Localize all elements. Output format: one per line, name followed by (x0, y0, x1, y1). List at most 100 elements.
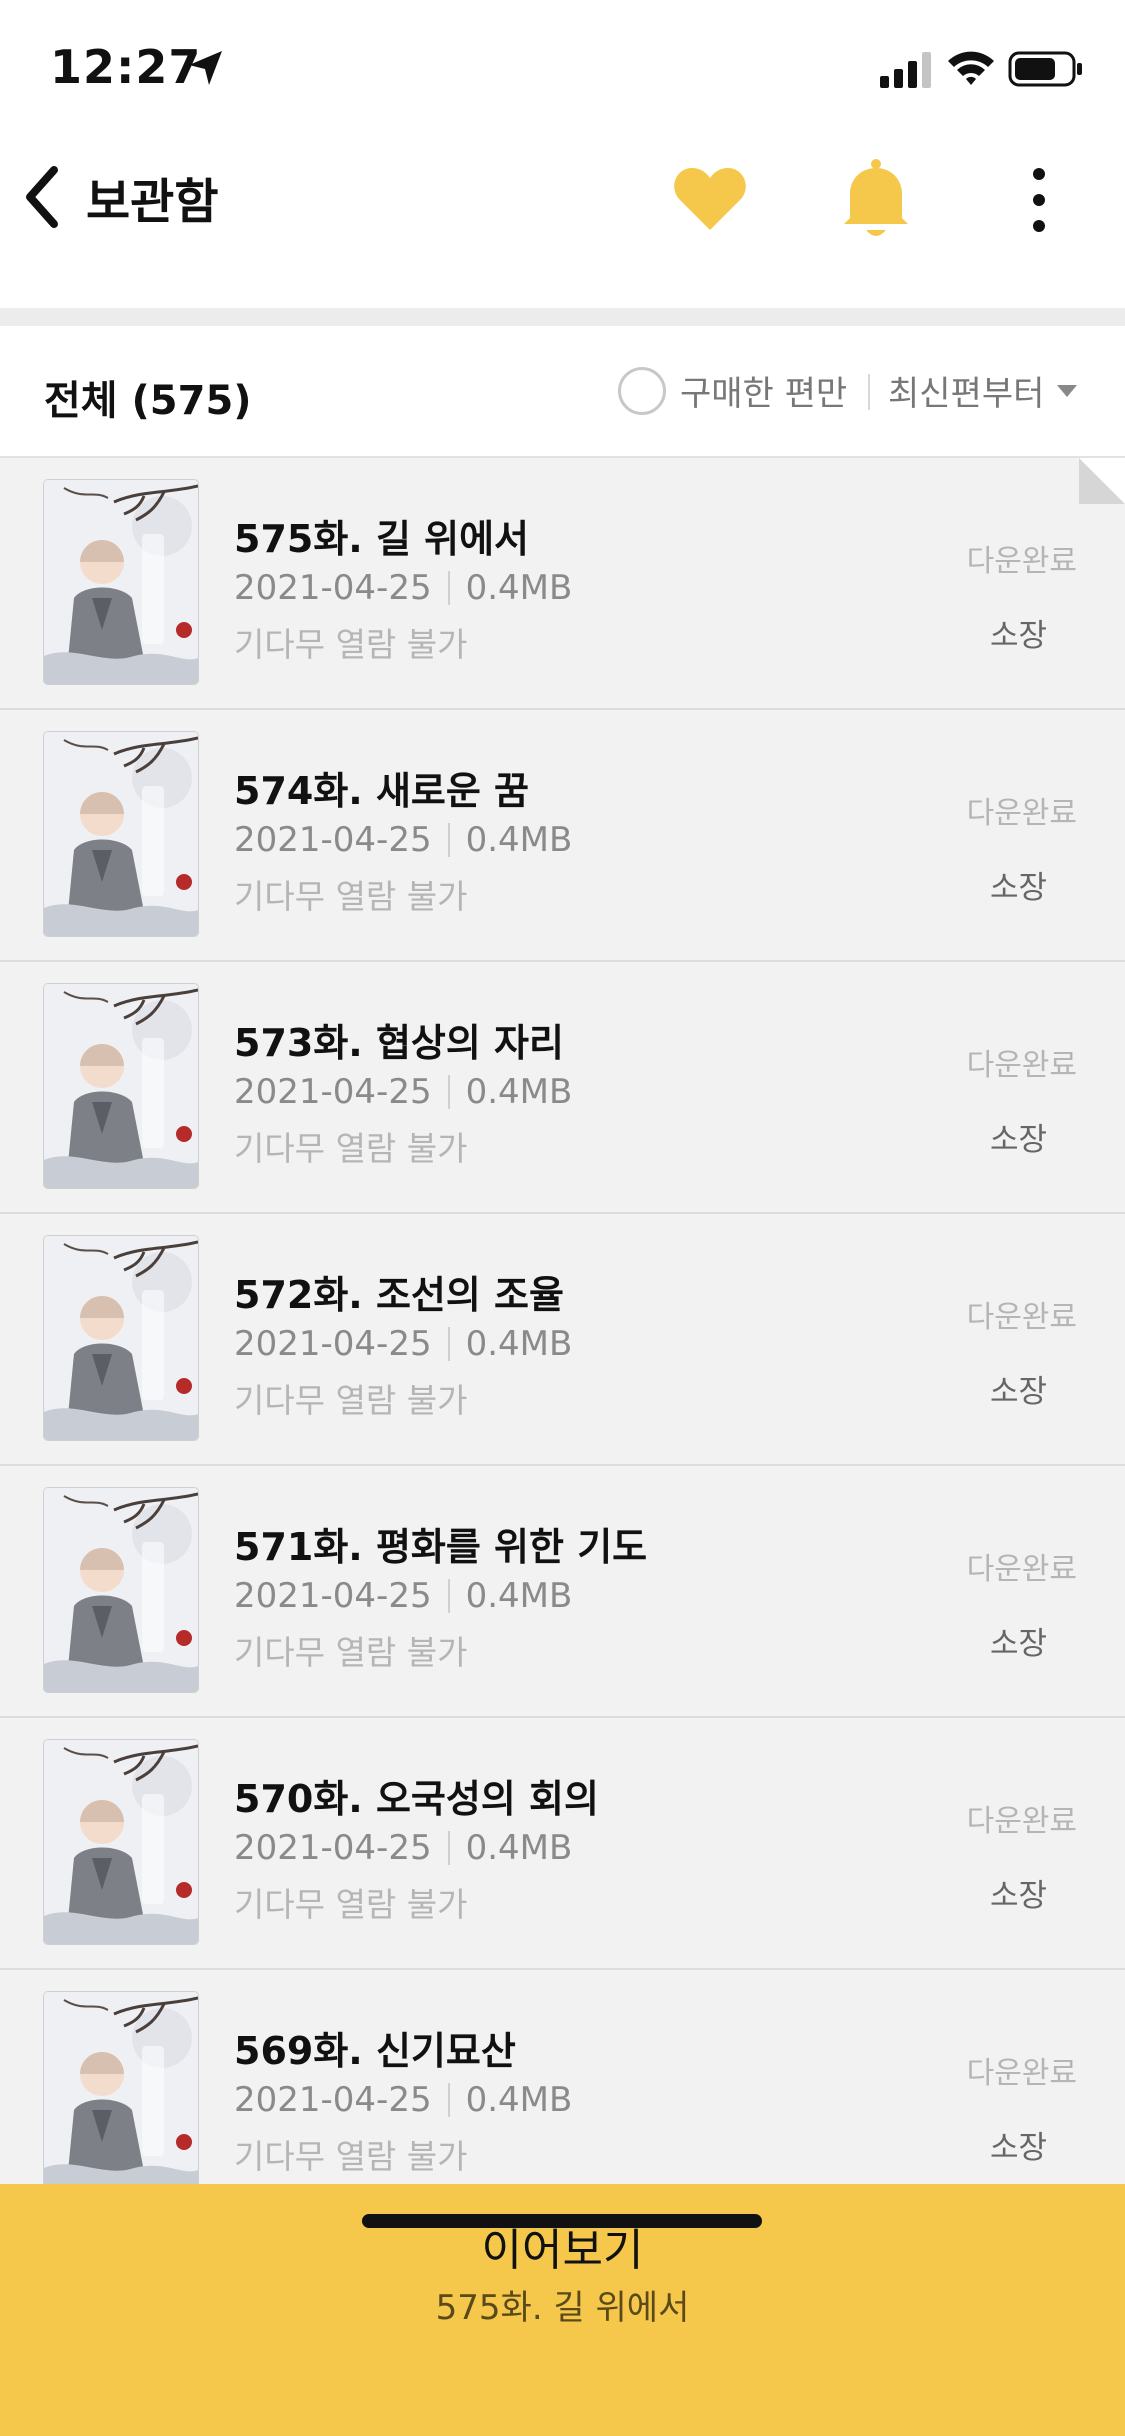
download-status: 다운완료 (966, 2056, 1077, 2091)
episode-date: 2021-04-25 (234, 820, 432, 860)
corner-fold (1079, 458, 1125, 504)
bell-icon[interactable] (836, 156, 916, 242)
download-status: 다운완료 (966, 796, 1077, 831)
wifi-icon (948, 51, 994, 85)
episode-row[interactable]: 570화. 오국성의 회의 2021-04-25 0.4MB 기다무 열람 불가… (0, 1718, 1125, 1970)
meta-divider (447, 571, 450, 605)
episode-size: 0.4MB (465, 2080, 573, 2120)
meta-divider (447, 1831, 450, 1865)
episode-title: 569화. 신기묘산 (234, 2029, 516, 2073)
more-options-button[interactable] (1016, 162, 1062, 238)
more-dot (1033, 168, 1045, 180)
location-arrow-icon (189, 51, 222, 85)
episode-row[interactable]: 569화. 신기묘산 2021-04-25 0.4MB 기다무 열람 불가 다운… (0, 1970, 1125, 2184)
sort-dropdown[interactable]: 최신편부터 (888, 366, 1078, 415)
episode-title: 571화. 평화를 위한 기도 (234, 1525, 648, 1569)
episode-size: 0.4MB (465, 1576, 573, 1616)
episode-size: 0.4MB (465, 1324, 573, 1364)
radio-circle-icon (618, 366, 666, 415)
more-dot (1033, 220, 1045, 232)
divider (868, 374, 870, 410)
episode-date: 2021-04-25 (234, 1576, 432, 1616)
episode-thumbnail (44, 1488, 198, 1692)
episode-note: 기다무 열람 불가 (234, 1381, 468, 1420)
episode-meta: 2021-04-25 0.4MB (234, 1072, 572, 1112)
more-dot (1033, 194, 1045, 206)
episode-meta: 2021-04-25 0.4MB (234, 2080, 572, 2120)
download-status: 다운완료 (966, 1804, 1077, 1839)
download-status: 다운완료 (966, 1552, 1077, 1587)
app-header: 보관함 (0, 132, 1125, 262)
episode-thumbnail (44, 1236, 198, 1440)
signal-icon (880, 52, 931, 88)
episode-date: 2021-04-25 (234, 1324, 432, 1364)
ownership-status: 소장 (989, 870, 1047, 906)
episode-thumbnail (44, 480, 198, 684)
meta-divider (447, 1327, 450, 1361)
episode-note: 기다무 열람 불가 (234, 877, 468, 916)
purchased-only-toggle[interactable]: 구매한 편만 (618, 366, 847, 415)
download-status: 다운완료 (966, 1300, 1077, 1335)
page-title: 보관함 (86, 174, 219, 230)
episode-row[interactable]: 575화. 길 위에서 2021-04-25 0.4MB 기다무 열람 불가 다… (0, 458, 1125, 710)
download-status: 다운완료 (966, 544, 1077, 579)
episode-size: 0.4MB (465, 1828, 573, 1868)
caret-down-icon (1057, 384, 1078, 397)
episode-size: 0.4MB (465, 568, 573, 608)
filter-bar: 전체 (575) 구매한 편만 최신편부터 (0, 326, 1125, 458)
episode-meta: 2021-04-25 0.4MB (234, 1324, 572, 1364)
sort-label: 최신편부터 (888, 374, 1045, 414)
status-time: 12:27 (50, 40, 202, 94)
episode-thumbnail (44, 1992, 198, 2184)
episode-date: 2021-04-25 (234, 2080, 432, 2120)
episode-thumbnail (44, 984, 198, 1188)
ownership-status: 소장 (989, 1122, 1047, 1158)
section-divider (0, 308, 1125, 326)
episode-row[interactable]: 573화. 협상의 자리 2021-04-25 0.4MB 기다무 열람 불가 … (0, 962, 1125, 1214)
episode-note: 기다무 열람 불가 (234, 1129, 468, 1168)
episode-note: 기다무 열람 불가 (234, 1885, 468, 1924)
episode-note: 기다무 열람 불가 (234, 1633, 468, 1672)
ownership-status: 소장 (989, 618, 1047, 654)
episode-title: 575화. 길 위에서 (234, 517, 530, 561)
episode-size: 0.4MB (465, 820, 573, 860)
episode-row[interactable]: 574화. 새로운 꿈 2021-04-25 0.4MB 기다무 열람 불가 다… (0, 710, 1125, 962)
episode-thumbnail (44, 1740, 198, 1944)
meta-divider (447, 1075, 450, 1109)
ownership-status: 소장 (989, 1878, 1047, 1914)
episode-date: 2021-04-25 (234, 1828, 432, 1868)
download-status: 다운완료 (966, 1048, 1077, 1083)
ownership-status: 소장 (989, 1626, 1047, 1662)
purchased-only-label: 구매한 편만 (680, 374, 848, 414)
screen: 12:27 보관함 전체 (575) 구매한 편만 최신편부터 575화. 길 … (0, 0, 1125, 2436)
clipped-tab-strip (0, 262, 1125, 308)
ownership-status: 소장 (989, 1374, 1047, 1410)
home-indicator (362, 2214, 762, 2228)
episode-size: 0.4MB (465, 1072, 573, 1112)
meta-divider (447, 823, 450, 857)
episode-title: 572화. 조선의 조율 (234, 1273, 564, 1317)
episode-title: 573화. 협상의 자리 (234, 1021, 564, 1065)
episode-meta: 2021-04-25 0.4MB (234, 820, 572, 860)
episode-meta: 2021-04-25 0.4MB (234, 1576, 572, 1616)
ownership-status: 소장 (989, 2130, 1047, 2166)
episode-meta: 2021-04-25 0.4MB (234, 1828, 572, 1868)
meta-divider (447, 2083, 450, 2117)
episode-date: 2021-04-25 (234, 1072, 432, 1112)
episode-list: 575화. 길 위에서 2021-04-25 0.4MB 기다무 열람 불가 다… (0, 458, 1125, 2184)
heart-icon[interactable] (670, 160, 750, 240)
total-count-label: 전체 (575) (44, 378, 252, 424)
episode-note: 기다무 열람 불가 (234, 625, 468, 664)
episode-title: 570화. 오국성의 회의 (234, 1777, 599, 1821)
episode-meta: 2021-04-25 0.4MB (234, 568, 572, 608)
episode-note: 기다무 열람 불가 (234, 2137, 468, 2176)
episode-row[interactable]: 572화. 조선의 조율 2021-04-25 0.4MB 기다무 열람 불가 … (0, 1214, 1125, 1466)
continue-episode: 575화. 길 위에서 (435, 2288, 690, 2328)
back-button[interactable]: 보관함 (20, 162, 218, 232)
battery-icon (1008, 51, 1082, 87)
episode-row[interactable]: 571화. 평화를 위한 기도 2021-04-25 0.4MB 기다무 열람 … (0, 1466, 1125, 1718)
meta-divider (447, 1579, 450, 1613)
episode-thumbnail (44, 732, 198, 936)
status-bar: 12:27 (0, 0, 1125, 132)
back-icon (26, 166, 58, 228)
